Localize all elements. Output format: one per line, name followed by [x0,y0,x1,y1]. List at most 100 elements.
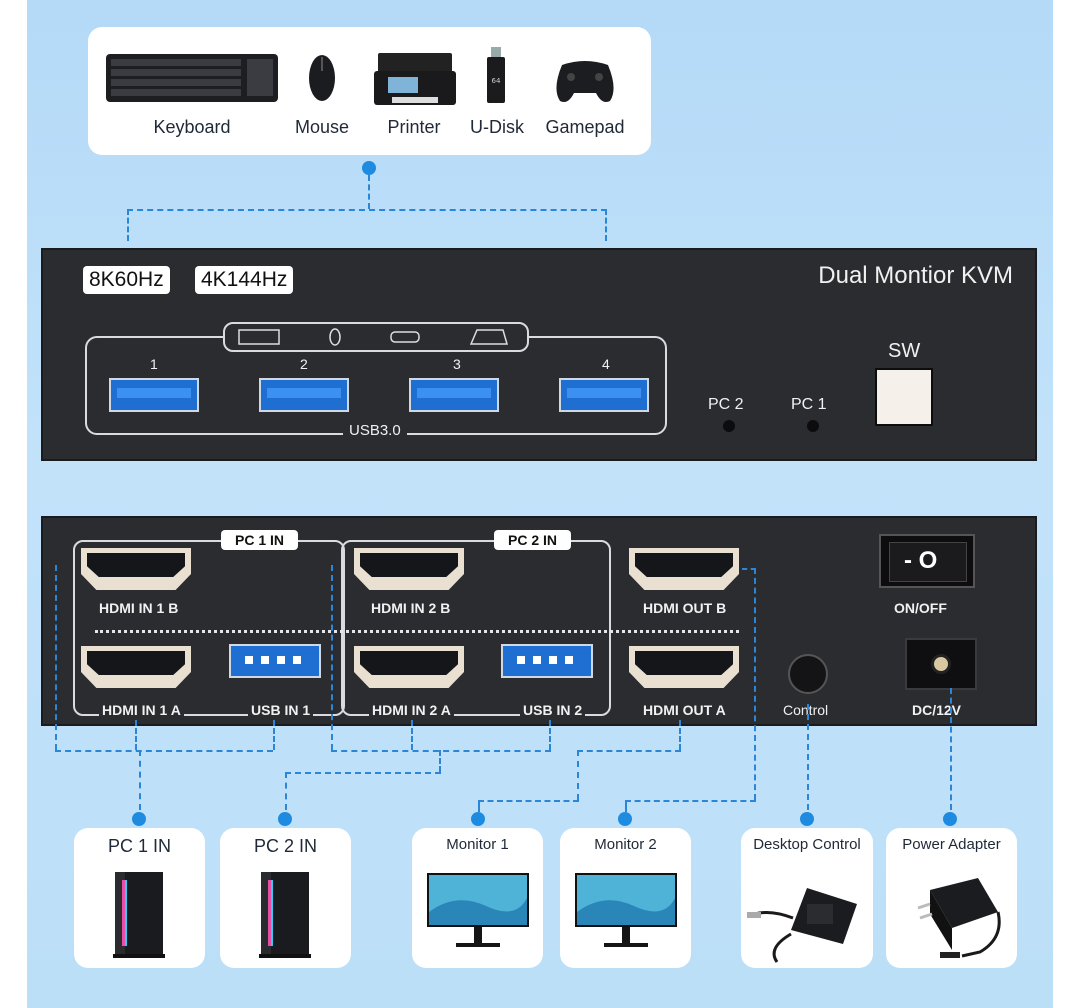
usb-drive-icon: 64 [486,47,506,110]
usb3-port-1 [109,378,199,412]
monitor-icon [574,872,678,957]
connector-line [55,565,57,750]
connector-dot-monitor2 [618,812,632,826]
monitor-icon [426,872,530,957]
svg-text:64: 64 [492,77,501,85]
connector-line [411,720,413,750]
connector-line [950,688,952,810]
badge-8k60hz: 8K60Hz [83,266,170,294]
hdmi-out-a-port [629,646,739,688]
power-switch-symbols: - O [904,547,938,574]
usb-group-label: USB3.0 [343,422,407,439]
power-switch-rocker: - O [889,542,967,582]
pc-tower-icon [257,870,313,965]
device-label-monitor1: Monitor 1 [446,836,509,853]
divider-dotted [95,630,739,633]
peripheral-label-keyboard: Keyboard [153,117,231,137]
hdmi-in-2b-port [354,548,464,590]
connector-line [55,750,273,752]
connector-dot-peripherals [362,161,376,175]
connector-dot-pc2 [278,812,292,826]
device-card-desktop-control: Desktop Control [741,828,873,968]
device-label-desktop-control: Desktop Control [753,836,861,853]
connector-dot-power [943,812,957,826]
connector-line [478,800,480,812]
badge-4k144hz: 4K144Hz [195,266,294,294]
device-label-pc1: PC 1 IN [107,836,172,856]
connector-dot-monitor1 [471,812,485,826]
device-label-monitor2: Monitor 2 [594,836,657,853]
connector-line [127,209,129,241]
control-port [788,654,828,694]
connector-line [285,772,441,774]
device-card-monitor2: Monitor 2 [560,828,691,968]
connector-line [439,750,441,772]
usb-in-2-label: USB IN 2 [520,702,586,718]
hdmi-in-2a-label: HDMI IN 2 A [369,702,454,718]
connector-line [139,750,141,810]
connector-line [549,720,551,750]
hdmi-out-b-label: HDMI OUT B [643,600,727,616]
usb-port-number-3: 3 [453,356,461,372]
connector-line [478,800,579,802]
usb-port-icon-strip [223,322,529,352]
dc-jack [905,638,977,690]
mouse-icon [307,53,337,108]
usb-in-1-port [229,644,321,678]
product-title: Dual Montior KVM [818,262,1013,289]
pc2-indicator-led [723,420,735,432]
keyboard-icon [105,53,279,108]
connector-line [127,209,607,211]
connector-line [679,720,681,750]
pc2-in-group-label: PC 2 IN [494,530,572,550]
switch-button-label: SW [888,340,921,362]
desktop-control-icon [747,868,867,969]
device-card-pc1: PC 1 IN [74,828,205,968]
usb-port-number-1: 1 [150,356,158,372]
connector-line [331,750,551,752]
pc1-in-group-label: PC 1 IN [221,530,299,550]
switch-button[interactable] [875,368,933,426]
usb-in-1-label: USB IN 1 [248,702,314,718]
connector-line [135,720,137,750]
connector-line [273,720,275,750]
usb-port-number-2: 2 [300,356,308,372]
connector-dot-control [800,812,814,826]
usb-port-number-4: 4 [602,356,610,372]
hdmi-in-2a-port [354,646,464,688]
hdmi-out-b-port [629,548,739,590]
connector-line [754,568,756,800]
usb3-port-4 [559,378,649,412]
connector-line [577,750,579,800]
printer-icon [374,49,456,114]
connector-line [605,209,607,241]
gamepad-icon [552,59,618,110]
connector-line [577,750,681,752]
control-port-label: Control [783,702,829,718]
peripheral-label-gamepad: Gamepad [545,117,625,137]
peripherals-card: Keyboard Mouse Printer 64 U-Disk Gamepad [88,27,651,155]
dc-jack-label: DC/12V [912,702,962,718]
connector-line [625,800,756,802]
connector-line [368,175,370,209]
connector-line [285,772,287,810]
hdmi-in-1b-port [81,548,191,590]
pc2-indicator-label: PC 2 [708,396,744,413]
connector-line [331,565,333,750]
usb3-port-2 [259,378,349,412]
device-card-monitor1: Monitor 1 [412,828,543,968]
peripheral-label-udisk: U-Disk [470,117,524,137]
hdmi-in-1b-label: HDMI IN 1 B [99,600,179,616]
hdmi-in-1a-port [81,646,191,688]
device-card-power-adapter: Power Adapter [886,828,1017,968]
device-label-power-adapter: Power Adapter [902,836,1001,853]
power-switch[interactable]: - O [879,534,975,588]
usb-in-2-port [501,644,593,678]
peripheral-label-printer: Printer [387,117,441,137]
device-card-pc2: PC 2 IN [220,828,351,968]
device-label-pc2: PC 2 IN [253,836,318,856]
power-adapter-icon [900,868,1010,969]
kvm-front-panel: 8K60Hz 4K144Hz Dual Montior KVM 1 2 3 4 … [41,248,1037,461]
kvm-back-panel: PC 1 IN PC 2 IN HDMI IN 1 B HDMI IN 2 B … [41,516,1037,726]
usb3-port-3 [409,378,499,412]
